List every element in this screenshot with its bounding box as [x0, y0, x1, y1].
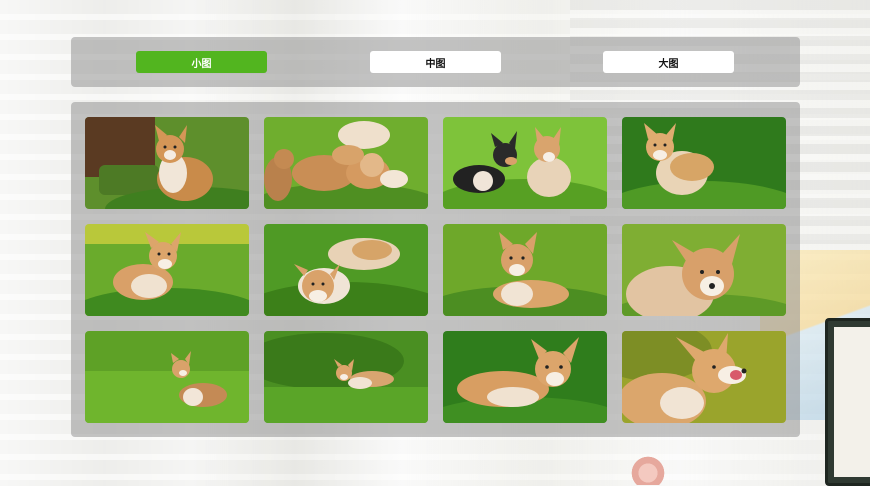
- corgi-photo-image: [443, 224, 607, 316]
- background-picture-frame: [825, 318, 870, 486]
- corgi-photo-image: [85, 331, 249, 423]
- photo-corgi-closeup-face[interactable]: [622, 224, 786, 316]
- photo-corgi-puppy-lying-front[interactable]: [443, 224, 607, 316]
- corgi-photo-image: [264, 117, 428, 209]
- corgi-photo-image: [264, 224, 428, 316]
- photo-gallery: [71, 102, 800, 437]
- corgi-photo-image: [622, 224, 786, 316]
- background-flower: [628, 455, 668, 485]
- photo-corgi-licking-nose[interactable]: [622, 331, 786, 423]
- photo-corgi-puppy-standing-grass[interactable]: [85, 224, 249, 316]
- photo-corgi-lying-lawn[interactable]: [443, 331, 607, 423]
- photo-corgi-puppy-side-green[interactable]: [85, 331, 249, 423]
- tab-small[interactable]: 小图: [136, 51, 267, 73]
- photo-corgi-puppy-on-log[interactable]: [85, 117, 249, 209]
- size-toolbar: 小图 中图 大图: [71, 37, 800, 87]
- corgi-photo-image: [622, 331, 786, 423]
- tab-large[interactable]: 大图: [603, 51, 734, 73]
- corgi-photo-image: [443, 117, 607, 209]
- corgi-photo-image: [85, 224, 249, 316]
- corgi-photo-image: [622, 117, 786, 209]
- photo-corgi-puppy-running-grass[interactable]: [264, 331, 428, 423]
- photo-corgi-puppy-lying-grass[interactable]: [264, 224, 428, 316]
- tab-medium[interactable]: 中图: [370, 51, 501, 73]
- corgi-photo-image: [443, 331, 607, 423]
- corgi-photo-image: [264, 331, 428, 423]
- photo-corgi-puppy-sitting-grass[interactable]: [622, 117, 786, 209]
- photo-corgi-two-puppies-playing[interactable]: [443, 117, 607, 209]
- corgi-photo-image: [85, 117, 249, 209]
- photo-corgi-puppies-group-grass[interactable]: [264, 117, 428, 209]
